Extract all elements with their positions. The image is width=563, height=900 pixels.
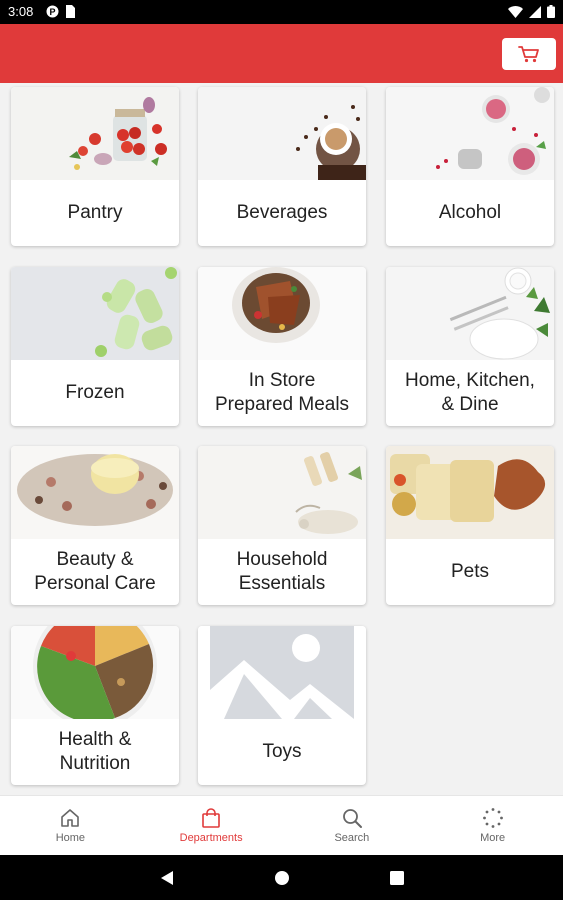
department-label: Beverages xyxy=(236,202,328,223)
nav-more[interactable]: More xyxy=(422,796,563,855)
frozen-image xyxy=(11,267,179,360)
nav-home[interactable]: Home xyxy=(0,796,141,855)
more-icon xyxy=(482,808,503,828)
prepared-meals-image xyxy=(198,267,366,360)
beauty-image xyxy=(11,446,179,539)
department-card-alcohol[interactable]: Alcohol xyxy=(386,87,554,246)
bottom-navigation: Home Departments Search More xyxy=(0,795,563,855)
department-card-toys[interactable]: Toys xyxy=(198,626,366,785)
nav-search-label: Search xyxy=(334,832,370,844)
department-label: Home, Kitchen, & Dine xyxy=(405,370,535,415)
department-label: Beauty & Personal Care xyxy=(34,549,156,594)
signal-icon xyxy=(529,5,541,18)
battery-icon xyxy=(547,5,555,18)
nav-departments-label: Departments xyxy=(179,832,243,844)
health-nutrition-image xyxy=(11,626,179,719)
alcohol-image xyxy=(386,87,554,180)
wifi-icon xyxy=(508,5,523,18)
system-navigation-bar xyxy=(0,855,563,900)
shopping-bag-icon xyxy=(202,808,220,828)
status-bar: 3:08 P xyxy=(0,0,563,24)
sim-card-icon xyxy=(66,5,75,18)
department-card-beauty-personal-care[interactable]: Beauty & Personal Care xyxy=(11,446,179,605)
notification-p-icon: P xyxy=(46,5,59,18)
departments-grid: Pantry Beverages Alcohol Frozen In Store… xyxy=(0,83,563,795)
department-label: Household Essentials xyxy=(236,549,328,594)
cart-icon xyxy=(518,46,539,63)
department-card-home-kitchen-dine[interactable]: Home, Kitchen, & Dine xyxy=(386,267,554,426)
department-card-beverages[interactable]: Beverages xyxy=(198,87,366,246)
pets-image xyxy=(386,446,554,539)
department-label: Toys xyxy=(262,741,302,762)
department-card-prepared-meals[interactable]: In Store Prepared Meals xyxy=(198,267,366,426)
department-label: Pets xyxy=(450,561,490,582)
nav-more-label: More xyxy=(480,832,506,844)
department-card-pantry[interactable]: Pantry xyxy=(11,87,179,246)
home-kitchen-image xyxy=(386,267,554,360)
department-card-household-essentials[interactable]: Household Essentials xyxy=(198,446,366,605)
department-label: Frozen xyxy=(65,382,125,403)
home-icon xyxy=(61,809,80,827)
department-label: Pantry xyxy=(67,202,123,223)
back-icon[interactable] xyxy=(160,870,174,886)
beverages-image xyxy=(198,87,366,180)
pantry-image xyxy=(11,87,179,180)
department-label: Health & Nutrition xyxy=(58,729,132,774)
department-label: Alcohol xyxy=(438,202,502,223)
department-label: In Store Prepared Meals xyxy=(214,370,350,415)
department-card-frozen[interactable]: Frozen xyxy=(11,267,179,426)
search-icon xyxy=(342,809,362,828)
household-image xyxy=(198,446,366,539)
home-circle-icon[interactable] xyxy=(274,870,290,886)
department-card-pets[interactable]: Pets xyxy=(386,446,554,605)
cart-button[interactable] xyxy=(502,38,556,70)
nav-departments[interactable]: Departments xyxy=(141,796,282,855)
nav-home-label: Home xyxy=(55,832,86,844)
recents-icon[interactable] xyxy=(389,870,404,885)
nav-search[interactable]: Search xyxy=(282,796,423,855)
image-placeholder-icon xyxy=(198,626,366,719)
department-card-health-nutrition[interactable]: Health & Nutrition xyxy=(11,626,179,785)
app-bar xyxy=(0,24,563,83)
status-time: 3:08 xyxy=(8,4,34,19)
svg-text:P: P xyxy=(49,7,55,17)
